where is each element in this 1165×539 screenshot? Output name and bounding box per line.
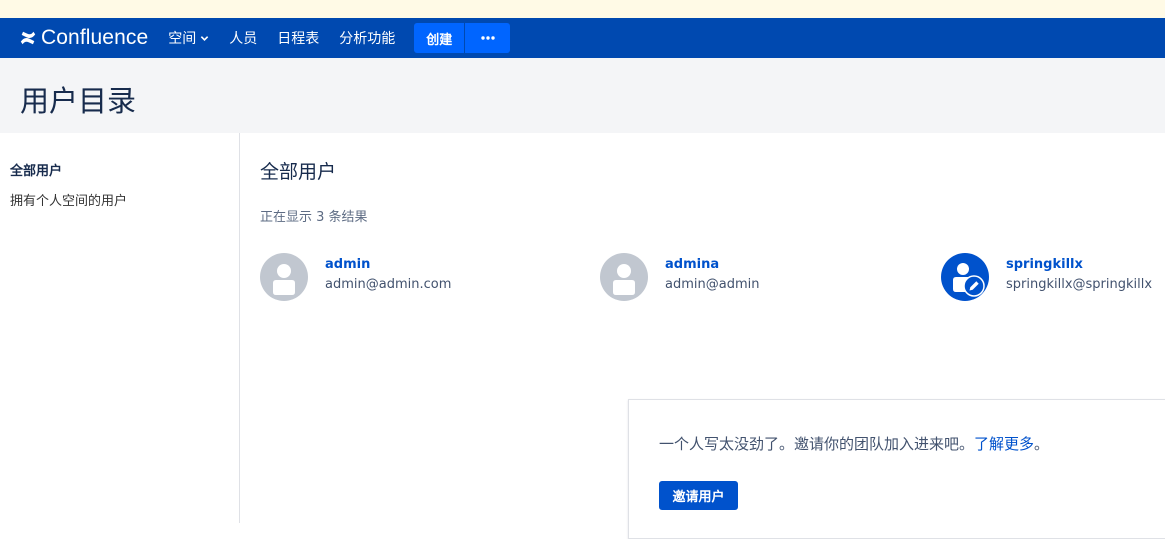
learn-more-link[interactable]: 了解更多	[974, 435, 1034, 453]
confluence-logo-icon	[20, 31, 36, 45]
nav-calendars-label: 日程表	[277, 31, 320, 47]
sidebar-item-users-with-personal-space[interactable]: 拥有个人空间的用户	[10, 190, 127, 209]
main-content: 全部用户 正在显示 3 条结果 admin admin@admin.com ad…	[240, 133, 1165, 539]
invite-text: 一个人写太没劲了。邀请你的团队加入进来吧。	[659, 435, 975, 453]
section-title: 全部用户	[260, 161, 337, 183]
nav-people[interactable]: 人员	[219, 18, 267, 58]
edit-avatar-icon[interactable]	[941, 253, 989, 301]
nav-analytics[interactable]: 分析功能	[329, 18, 405, 58]
top-navbar: Confluence 空间 人员 日程表 分析功能 创建	[0, 18, 1165, 58]
nav-spaces-label: 空间	[168, 31, 197, 47]
default-avatar-icon[interactable]	[600, 253, 648, 301]
chevron-down-icon	[201, 35, 209, 41]
nav-people-label: 人员	[229, 31, 258, 47]
result-count: 正在显示 3 条结果	[260, 210, 368, 225]
more-button[interactable]	[465, 23, 511, 53]
user-email: admin@admin.com	[325, 277, 452, 292]
user-email: springkillx@springkillx	[1006, 277, 1153, 292]
nav-analytics-label: 分析功能	[339, 31, 396, 47]
announcement-strip	[0, 0, 1165, 18]
user-email: admin@admin	[665, 277, 760, 292]
invite-message: 一个人写太没劲了。邀请你的团队加入进来吧。了解更多。	[659, 433, 1049, 454]
user-name-link[interactable]: springkillx	[1006, 256, 1152, 274]
sidebar: 全部用户 拥有个人空间的用户	[0, 133, 240, 523]
user-name-link[interactable]: admina	[665, 256, 759, 274]
page-header: 用户目录	[0, 58, 1165, 133]
logo-text: Confluence	[41, 26, 149, 49]
confluence-logo[interactable]: Confluence	[19, 26, 148, 50]
nav-spaces[interactable]: 空间	[158, 18, 219, 58]
page-title: 用户目录	[20, 84, 137, 118]
user-card: admina admin@admin	[600, 253, 759, 301]
user-card: springkillx springkillx@springkillx	[941, 253, 1152, 301]
invite-panel: 一个人写太没劲了。邀请你的团队加入进来吧。了解更多。 邀请用户	[628, 399, 1165, 539]
user-name-link[interactable]: admin	[325, 256, 451, 274]
nav-calendars[interactable]: 日程表	[267, 18, 329, 58]
invite-users-button[interactable]: 邀请用户	[659, 481, 738, 510]
more-dots-icon	[481, 36, 495, 40]
user-card: admin admin@admin.com	[260, 253, 451, 301]
create-button[interactable]: 创建	[414, 23, 465, 53]
invite-suffix: 。	[1034, 435, 1050, 453]
default-avatar-icon[interactable]	[260, 253, 308, 301]
sidebar-item-all-users[interactable]: 全部用户	[10, 160, 62, 179]
